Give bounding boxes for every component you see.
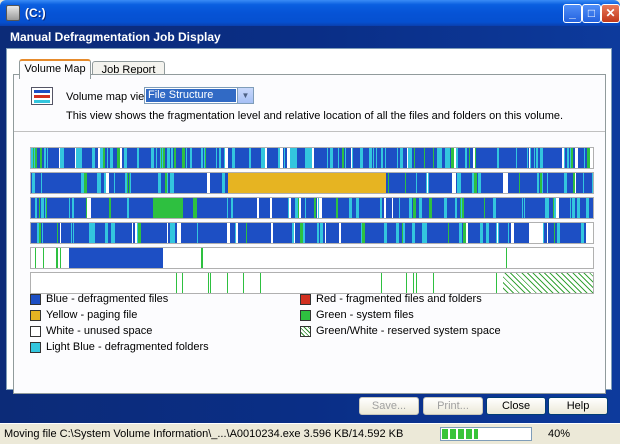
map-row <box>30 147 594 169</box>
save-button[interactable]: Save... <box>359 397 419 415</box>
swatch-green <box>300 309 311 321</box>
volume-map-page: Volume map view: File Structure ▼ This v… <box>13 74 606 394</box>
legend-item: White - unused space <box>30 325 152 337</box>
swatch-green-white <box>300 325 311 337</box>
chevron-down-icon[interactable]: ▼ <box>237 88 253 103</box>
legend-item: Light Blue - defragmented folders <box>30 341 209 353</box>
page-title: Manual Defragmentation Job Display <box>10 30 221 44</box>
swatch-yellow <box>30 309 41 321</box>
swatch-white <box>30 325 41 337</box>
title-bar: (C:) _ □ ✕ <box>0 0 620 26</box>
view-label: Volume map view: <box>66 91 156 103</box>
map-row <box>30 172 594 194</box>
legend-item: Yellow - paging file <box>30 309 137 321</box>
map-row <box>30 197 594 219</box>
progress-percent: 40% <box>548 428 571 440</box>
map-row <box>30 272 594 294</box>
print-button[interactable]: Print... <box>423 397 483 415</box>
legend-item: Red - fragmented files and folders <box>300 293 482 305</box>
swatch-red <box>300 293 311 305</box>
volume-map <box>30 147 594 297</box>
swatch-lightblue <box>30 341 41 353</box>
divider <box>14 131 605 132</box>
legend-item: Blue - defragmented files <box>30 293 168 305</box>
drive-icon <box>6 5 20 21</box>
volume-map-icon <box>31 87 53 105</box>
legend-item: Green/White - reserved system space <box>300 325 501 337</box>
tab-volume-map[interactable]: Volume Map <box>19 59 91 79</box>
map-row <box>30 247 594 269</box>
help-button[interactable]: Help <box>548 397 608 415</box>
minimize-button[interactable]: _ <box>563 4 582 23</box>
view-select[interactable]: File Structure ▼ <box>144 87 254 104</box>
progress-bar <box>440 427 532 441</box>
map-row <box>30 222 594 244</box>
close-window-button[interactable]: ✕ <box>601 4 620 23</box>
progress-fill <box>442 429 478 439</box>
legend-item: Green - system files <box>300 309 414 321</box>
status-text: Moving file C:\System Volume Information… <box>4 428 404 440</box>
swatch-blue <box>30 293 41 305</box>
maximize-button[interactable]: □ <box>582 4 601 23</box>
status-bar: Moving file C:\System Volume Information… <box>0 423 620 444</box>
window-title: (C:) <box>25 6 46 20</box>
main-frame: Manual Defragmentation Job Display Volum… <box>0 26 620 423</box>
view-description: This view shows the fragmentation level … <box>66 110 564 122</box>
close-button[interactable]: Close <box>486 397 546 415</box>
view-select-value: File Structure <box>146 89 236 102</box>
